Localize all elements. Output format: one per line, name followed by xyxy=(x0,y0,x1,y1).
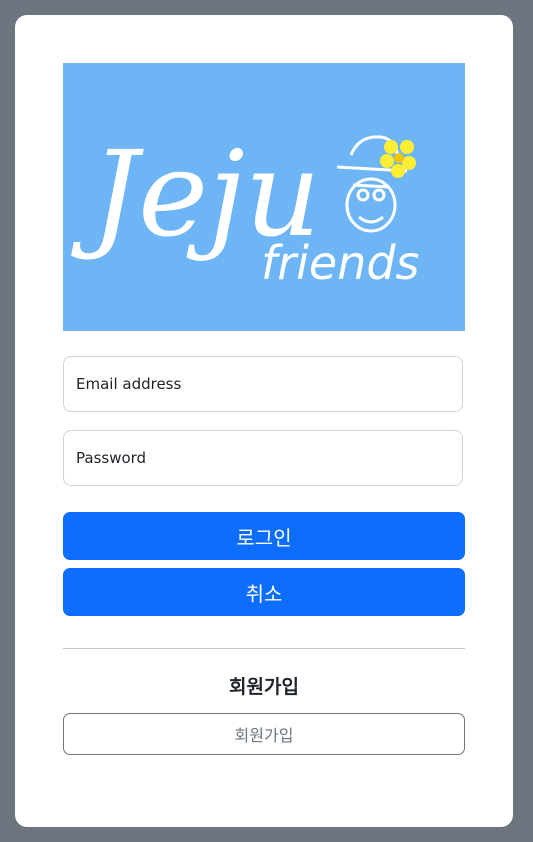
password-placeholder: Password xyxy=(76,449,147,467)
cancel-button[interactable]: 취소 xyxy=(63,568,465,616)
login-button[interactable]: 로그인 xyxy=(63,512,465,560)
login-button-label: 로그인 xyxy=(236,525,292,550)
login-card: Jeju friends Email address Password 로그인 … xyxy=(15,15,513,827)
logo-text-friends: friends xyxy=(261,236,420,290)
section-divider xyxy=(63,648,465,649)
email-input[interactable]: Email address xyxy=(63,356,463,412)
jeju-friends-logo: Jeju friends xyxy=(63,63,465,331)
email-placeholder: Email address xyxy=(76,375,182,393)
password-input[interactable]: Password xyxy=(63,430,463,486)
signup-button-label: 회원가입 xyxy=(234,726,294,745)
logo-artwork: Jeju friends xyxy=(63,63,465,331)
cancel-button-label: 취소 xyxy=(245,581,283,606)
signup-heading: 회원가입 xyxy=(229,676,299,698)
signup-button[interactable]: 회원가입 xyxy=(63,713,465,755)
